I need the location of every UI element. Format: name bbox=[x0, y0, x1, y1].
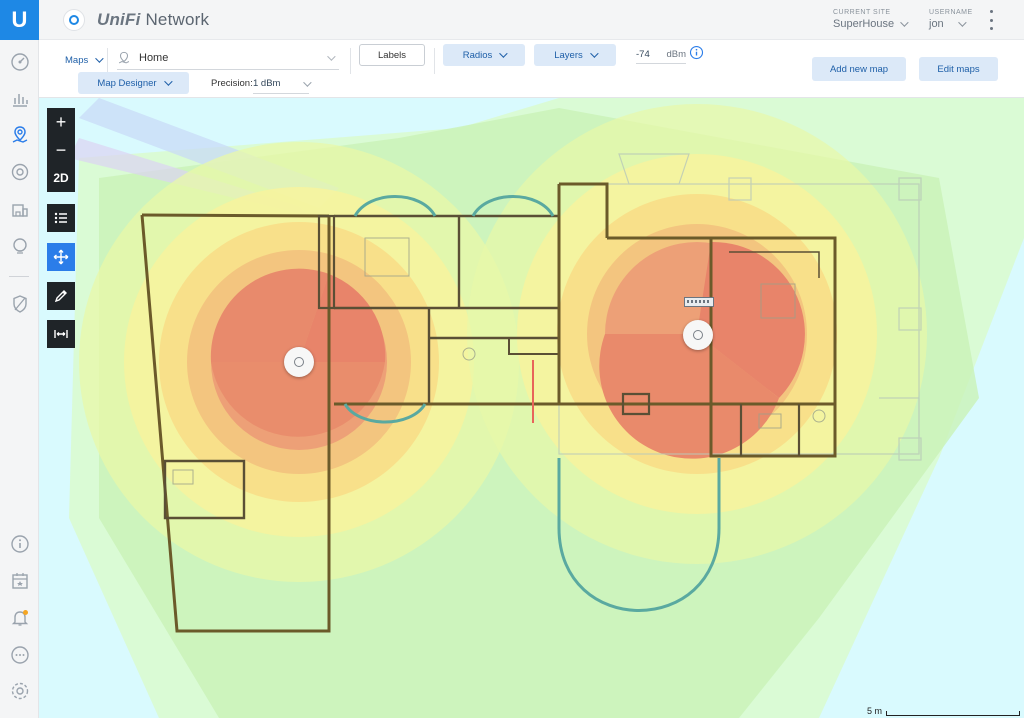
chat-icon[interactable] bbox=[0, 641, 39, 669]
statistics-icon[interactable] bbox=[0, 85, 39, 113]
product-title: Network bbox=[145, 10, 210, 29]
clients-icon[interactable] bbox=[0, 196, 39, 224]
map-name: Home bbox=[139, 51, 169, 64]
map-icon[interactable] bbox=[0, 121, 39, 149]
dashboard-icon[interactable] bbox=[0, 48, 39, 76]
brand-title: UniFi bbox=[97, 10, 141, 29]
dbm-unit: dBm bbox=[666, 49, 686, 60]
toolbar-divider bbox=[107, 48, 108, 74]
map-designer-dropdown[interactable]: Map Designer bbox=[78, 72, 189, 94]
pencil-icon[interactable] bbox=[47, 282, 75, 310]
alerts-icon[interactable] bbox=[0, 604, 39, 632]
insights-icon[interactable] bbox=[0, 232, 39, 260]
map-select[interactable]: Home bbox=[117, 46, 339, 70]
add-map-text: Add new map bbox=[829, 63, 889, 75]
precision-value: 1 dBm bbox=[253, 78, 281, 89]
switch-icon[interactable] bbox=[684, 297, 714, 307]
brand: UniFi Network bbox=[63, 9, 209, 31]
controller-status-icon[interactable] bbox=[63, 9, 85, 31]
labels-button-text: Labels bbox=[378, 49, 406, 61]
security-icon[interactable] bbox=[0, 290, 39, 318]
map-designer-text: Map Designer bbox=[97, 77, 157, 89]
user-caption: USERNAME bbox=[929, 9, 973, 16]
dbm-value: -74 bbox=[636, 49, 650, 60]
events-icon[interactable] bbox=[0, 567, 39, 595]
map-toolbar: Maps Home Labels Radios Layers -74 dBm M… bbox=[39, 40, 1024, 98]
unifi-logo[interactable]: U bbox=[0, 0, 39, 40]
move-icon[interactable] bbox=[47, 243, 75, 271]
chevron-down-icon bbox=[327, 51, 336, 61]
labels-button[interactable]: Labels bbox=[359, 44, 425, 66]
view-mode-toggle[interactable]: 2D bbox=[47, 164, 75, 192]
settings-icon[interactable] bbox=[0, 677, 39, 705]
zoom-in-label: + bbox=[55, 111, 67, 132]
layers-button-text: Layers bbox=[554, 49, 583, 61]
chevron-down-icon bbox=[589, 49, 599, 58]
chevron-down-icon bbox=[163, 77, 173, 86]
view-mode-label: 2D bbox=[53, 171, 69, 185]
radios-dropdown[interactable]: Radios bbox=[443, 44, 525, 66]
chevron-down-icon bbox=[95, 54, 104, 63]
map-canvas[interactable]: + − 2D 5 m bbox=[39, 98, 1024, 718]
floor-plan-heatmap bbox=[39, 98, 1024, 718]
toolbar-divider bbox=[434, 48, 435, 74]
map-scale: 5 m bbox=[867, 706, 1020, 716]
app-title: UniFi Network bbox=[97, 10, 209, 30]
zoom-out-button[interactable]: − bbox=[47, 136, 75, 164]
scale-bar bbox=[886, 711, 1020, 716]
chevron-down-icon bbox=[900, 18, 909, 27]
zoom-out-label: − bbox=[55, 139, 67, 160]
edit-maps-text: Edit maps bbox=[937, 63, 980, 75]
precision-label: Precision: bbox=[211, 78, 253, 89]
chevron-down-icon bbox=[303, 77, 312, 87]
maps-label: Maps bbox=[65, 54, 89, 66]
add-new-map-button[interactable]: Add new map bbox=[812, 57, 906, 81]
measure-icon[interactable] bbox=[47, 320, 75, 348]
site-value: SuperHouse bbox=[833, 18, 895, 30]
access-point-right[interactable] bbox=[683, 320, 713, 350]
nav-rail: U bbox=[0, 0, 39, 718]
info-icon[interactable] bbox=[689, 45, 704, 60]
radios-button-text: Radios bbox=[462, 49, 493, 61]
map-pin-icon bbox=[118, 51, 130, 63]
info-icon[interactable] bbox=[0, 530, 39, 558]
chevron-down-icon bbox=[499, 49, 508, 58]
dbm-threshold-input[interactable]: -74 dBm bbox=[636, 46, 686, 64]
list-icon[interactable] bbox=[47, 204, 75, 232]
unifi-logo-letter: U bbox=[11, 7, 28, 32]
top-header: UniFi Network CURRENT SITE SuperHouse US… bbox=[39, 0, 1024, 40]
zoom-in-button[interactable]: + bbox=[47, 108, 75, 136]
edit-maps-button[interactable]: Edit maps bbox=[919, 57, 998, 81]
toolbar-divider bbox=[350, 48, 351, 74]
scale-label: 5 m bbox=[866, 706, 882, 716]
site-selector[interactable]: CURRENT SITE SuperHouse bbox=[833, 9, 909, 30]
layers-dropdown[interactable]: Layers bbox=[534, 44, 616, 66]
chevron-down-icon bbox=[957, 18, 967, 27]
access-point-left[interactable] bbox=[284, 347, 314, 377]
user-selector[interactable]: USERNAME jon bbox=[929, 9, 973, 30]
nav-divider bbox=[9, 276, 29, 277]
maps-dropdown[interactable]: Maps bbox=[65, 50, 104, 70]
precision-select[interactable]: 1 dBm bbox=[253, 74, 312, 94]
devices-icon[interactable] bbox=[0, 158, 39, 186]
user-value: jon bbox=[929, 18, 944, 30]
more-menu-icon[interactable] bbox=[988, 10, 994, 30]
site-caption: CURRENT SITE bbox=[833, 9, 891, 16]
